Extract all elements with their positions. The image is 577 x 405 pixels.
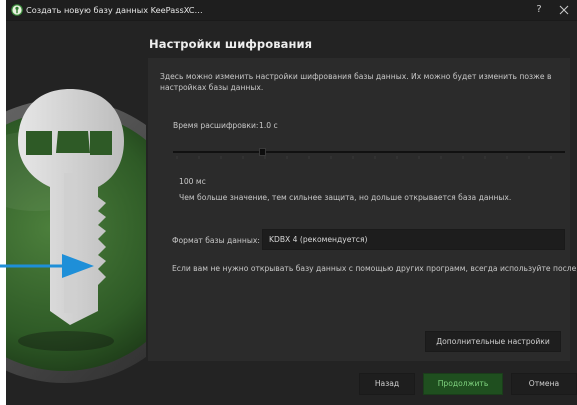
database-format-select[interactable]: KDBX 4 (рекомендуется) xyxy=(262,229,565,250)
key-illustration xyxy=(6,89,146,383)
cancel-button[interactable]: Отмена xyxy=(511,373,577,395)
keepassxc-logo-icon xyxy=(11,4,23,16)
page-title: Настройки шифрования xyxy=(149,37,313,51)
database-format-value: KDBX 4 (рекомендуется) xyxy=(269,235,368,244)
decryption-hint: Чем больше значение, тем сильнее защита,… xyxy=(179,193,512,202)
decryption-time-value: 1.0 с xyxy=(259,121,278,130)
advanced-settings-button[interactable]: Дополнительные настройки xyxy=(425,331,561,352)
wizard-window: Создать новую базу данных KeePassXC… ? Н… xyxy=(6,0,577,405)
decryption-time-label: Время расшифровки: xyxy=(173,121,259,130)
settings-panel xyxy=(148,58,570,361)
close-icon[interactable] xyxy=(557,3,571,17)
arrow-icon xyxy=(0,254,94,278)
slider-track xyxy=(173,151,565,153)
wizard-side-image xyxy=(6,21,146,405)
decryption-time-slider[interactable] xyxy=(173,145,565,159)
page-description: Здесь можно изменить настройки шифровани… xyxy=(160,72,552,92)
title-bar: Создать новую базу данных KeePassXC… ? xyxy=(6,0,577,21)
database-format-label: Формат базы данных: xyxy=(172,236,260,245)
slider-min-label: 100 мс xyxy=(179,177,206,186)
window-title: Создать новую базу данных KeePassXC… xyxy=(26,5,203,15)
help-button[interactable]: ? xyxy=(532,3,546,17)
format-note: Если вам не нужно открывать базу данных … xyxy=(172,264,577,273)
slider-handle[interactable] xyxy=(259,148,266,156)
back-button[interactable]: Назад xyxy=(359,373,415,395)
continue-button[interactable]: Продолжить xyxy=(423,373,503,395)
slider-ticks xyxy=(176,156,552,159)
